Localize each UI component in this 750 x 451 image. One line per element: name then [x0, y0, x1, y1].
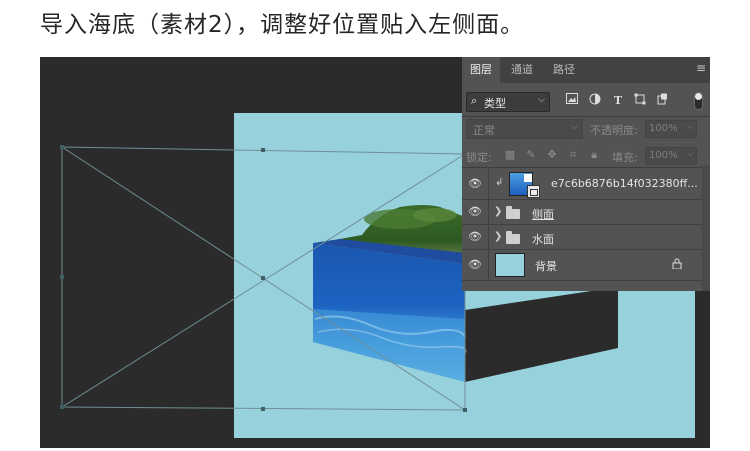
- expand-chevron-icon[interactable]: ❯: [494, 206, 502, 217]
- adjustment-filter-icon[interactable]: [587, 93, 603, 109]
- expand-chevron-icon[interactable]: ❯: [494, 231, 502, 242]
- divider: [488, 200, 489, 224]
- tab-paths[interactable]: 路径: [544, 57, 584, 83]
- visibility-eye-icon[interactable]: 👁︎: [468, 259, 482, 271]
- opacity-value: 100%: [649, 123, 678, 134]
- divider: [488, 169, 489, 199]
- divider: [462, 116, 710, 117]
- panel-tab-bar: 图层 通道 路径 ≡: [462, 57, 710, 83]
- layer-row-group-side[interactable]: 👁︎ ❯ 侧面: [462, 200, 702, 225]
- lock-label: 锁定:: [466, 151, 492, 164]
- image-filter-icon[interactable]: [564, 93, 580, 109]
- fill-value: 100%: [649, 150, 678, 161]
- tab-channels[interactable]: 通道: [502, 57, 542, 83]
- opacity-field[interactable]: 100% ⌵: [645, 120, 697, 138]
- visibility-eye-icon[interactable]: 👁︎: [468, 178, 482, 190]
- type-filter-icon[interactable]: T: [610, 93, 626, 109]
- visibility-eye-icon[interactable]: 👁︎: [468, 231, 482, 243]
- layer-row-group-water[interactable]: 👁︎ ❯ 水面: [462, 225, 702, 250]
- layer-name: 背景: [535, 260, 557, 273]
- shape-filter-icon[interactable]: [632, 93, 648, 109]
- folder-icon: [506, 231, 520, 244]
- layers-panel: 图层 通道 路径 ≡ ⌕ 类型 ⌵ T 正常 ⌵ 不透明度: 100% ⌵ 锁定…: [462, 57, 710, 291]
- filter-label: 类型: [484, 97, 506, 110]
- fill-field[interactable]: 100% ⌵: [645, 147, 697, 165]
- tab-layers[interactable]: 图层: [462, 57, 500, 83]
- chevron-down-icon: ⌵: [687, 122, 694, 132]
- folder-icon: [506, 206, 520, 219]
- divider: [462, 167, 710, 168]
- photoshop-workspace: 图层 通道 路径 ≡ ⌕ 类型 ⌵ T 正常 ⌵ 不透明度: 100% ⌵ 锁定…: [40, 57, 710, 448]
- opacity-label: 不透明度:: [590, 124, 638, 137]
- layer-thumbnail: [495, 253, 525, 277]
- chevron-down-icon: ⌵: [687, 149, 694, 159]
- blend-mode-select[interactable]: 正常 ⌵: [466, 119, 583, 139]
- chevron-down-icon: ⌵: [538, 95, 545, 105]
- layer-row-smart-object[interactable]: 👁︎ ↲ e7c6b6876b14f032380ff...: [462, 169, 702, 200]
- layer-name: 水面: [532, 233, 554, 246]
- transparency-checker: [524, 174, 532, 182]
- panel-menu-icon[interactable]: ≡: [694, 61, 708, 75]
- layer-filter-select[interactable]: ⌕ 类型 ⌵: [466, 92, 550, 112]
- clipping-arrow-icon: ↲: [495, 177, 504, 188]
- lock-icon: [672, 258, 682, 272]
- lock-transparent-icon[interactable]: ▩: [503, 148, 517, 162]
- tutorial-heading: 导入海底（素材2），调整好位置贴入左侧面。: [40, 12, 525, 38]
- fill-label: 填充:: [612, 151, 638, 164]
- divider: [488, 250, 489, 280]
- lock-pixels-brush-icon[interactable]: ✎: [524, 148, 538, 162]
- layer-name: e7c6b6876b14f032380ff...: [551, 177, 698, 190]
- filter-toggle[interactable]: [694, 92, 703, 110]
- smart-object-badge-icon: [527, 185, 540, 198]
- lock-position-move-icon[interactable]: ✥: [545, 148, 559, 162]
- lock-artboard-icon[interactable]: ⌗: [566, 148, 580, 162]
- layers-scrollbar[interactable]: [702, 165, 710, 291]
- layer-row-background[interactable]: 👁︎ 背景: [462, 250, 702, 281]
- visibility-eye-icon[interactable]: 👁︎: [468, 206, 482, 218]
- chevron-down-icon: ⌵: [571, 122, 578, 132]
- lock-all-icon[interactable]: 🔒︎: [587, 148, 601, 162]
- search-icon: ⌕: [471, 94, 478, 107]
- blend-mode-value: 正常: [473, 124, 495, 137]
- smart-object-filter-icon[interactable]: [654, 93, 670, 109]
- layer-name: 侧面: [532, 208, 554, 221]
- divider: [488, 225, 489, 249]
